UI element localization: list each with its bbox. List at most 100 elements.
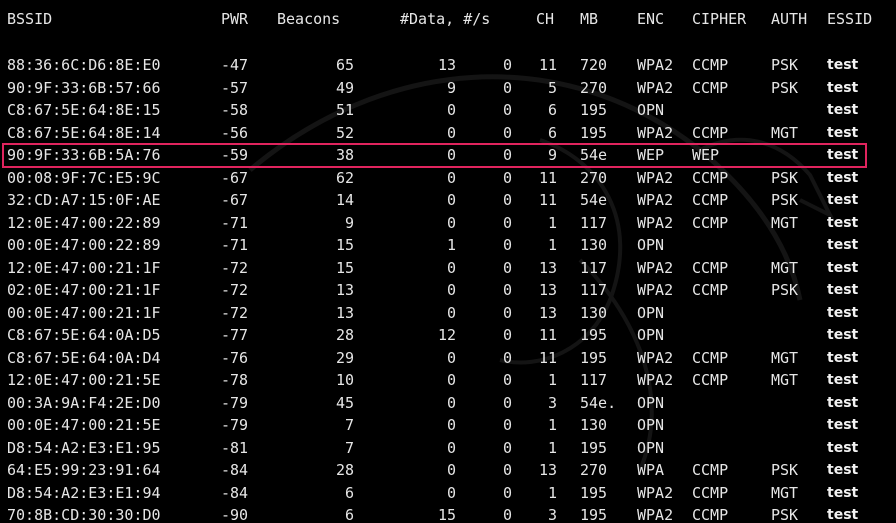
cell-essid: test (827, 304, 859, 321)
cell-data: 0 (446, 191, 456, 209)
cell-data: 0 (446, 348, 456, 367)
cell-enc: WPA2 (637, 258, 674, 277)
cell-beacons: 65 (335, 56, 354, 74)
cell-data: 0 (446, 213, 456, 232)
cell-ch: 9 (547, 146, 557, 164)
cell-mb: 270 (580, 78, 608, 97)
cell-data: 0 (446, 101, 456, 119)
cell-beacons: 6 (344, 483, 354, 502)
cell-beacons: 62 (335, 168, 354, 187)
cell-bssid: C8:67:5E:64:8E:15 (7, 101, 161, 119)
cell-ch: 1 (547, 483, 557, 502)
cell-essid: test (827, 439, 859, 456)
cell-mb: 117 (580, 371, 608, 389)
cell-auth: MGT (771, 123, 799, 142)
cell-enc: WPA2 (637, 213, 674, 232)
cell-bssid: 12:0E:47:00:22:89 (7, 213, 161, 232)
cell-enc: OPN (637, 303, 665, 322)
cell-beacons: 14 (335, 191, 354, 209)
cell-mb: 195 (580, 483, 608, 502)
cell-pwr: -47 (221, 56, 249, 74)
cell-ch: 3 (547, 506, 557, 523)
cell-essid: test (827, 507, 859, 523)
cell-pwr: -72 (221, 303, 249, 322)
cell-ch: 13 (538, 258, 557, 277)
cell-beacons: 38 (335, 146, 354, 164)
cell-pwr: -56 (221, 123, 249, 142)
cell-ch: 13 (538, 461, 557, 479)
cell-auth: MGT (771, 258, 799, 277)
cell-enc: WPA2 (637, 78, 674, 97)
cell-mb: 117 (580, 213, 608, 232)
cell-essid: test (827, 214, 859, 231)
cell-beacons: 15 (335, 258, 354, 277)
header-enc: ENC (637, 10, 665, 28)
table-row: 12:0E:47:00:22:89 -71 9 0 0 1 117 WPA2 CCMP MGT te… (0, 212, 896, 234)
cell-rate: 0 (502, 393, 512, 412)
cell-essid: test (827, 462, 859, 478)
cell-cipher: CCMP (692, 483, 729, 502)
cell-rate: 0 (502, 236, 512, 254)
cell-pwr: -59 (221, 146, 249, 164)
cell-mb: 54e (580, 191, 608, 209)
cell-enc: WPA2 (637, 483, 674, 502)
cell-bssid: 88:36:6C:D6:8E:E0 (7, 56, 161, 74)
header-cipher: CIPHER (692, 10, 747, 28)
header-essid: ESSID (827, 10, 873, 28)
cell-enc: WPA2 (637, 168, 674, 187)
cell-data: 0 (446, 146, 456, 164)
cell-essid: test (827, 417, 859, 433)
cell-mb: 117 (580, 258, 608, 277)
cell-auth: PSK (771, 78, 799, 97)
table-row: 12:0E:47:00:21:5E -78 10 0 0 1 117 WPA2 CCMP MGT t… (0, 369, 896, 391)
cell-rate: 0 (502, 326, 512, 344)
cell-pwr: -84 (221, 461, 249, 479)
cell-enc: WPA2 (637, 281, 674, 299)
cell-rate: 0 (502, 371, 512, 389)
cell-pwr: -78 (221, 371, 249, 389)
cell-auth: PSK (771, 281, 799, 299)
cell-ch: 6 (547, 123, 557, 142)
cell-mb: 195 (580, 506, 608, 523)
cell-pwr: -81 (221, 438, 249, 457)
cell-rate: 0 (502, 101, 512, 119)
cell-auth: PSK (771, 461, 799, 479)
cell-rate: 0 (502, 78, 512, 97)
cell-rate: 0 (502, 146, 512, 164)
cell-pwr: -79 (221, 393, 249, 412)
cell-essid: test (827, 169, 859, 186)
header-ch: CH (536, 10, 555, 28)
cell-beacons: 7 (344, 416, 354, 434)
cell-auth: MGT (771, 483, 799, 502)
cell-bssid: C8:67:5E:64:0A:D5 (7, 326, 161, 344)
cell-bssid: 00:3A:9A:F4:2E:D0 (7, 393, 161, 412)
cell-mb: 130 (580, 303, 608, 322)
cell-ch: 13 (538, 281, 557, 299)
cell-essid: test (827, 484, 859, 501)
cell-enc: WPA2 (637, 506, 674, 523)
cell-beacons: 13 (335, 303, 354, 322)
cell-mb: 117 (580, 281, 608, 299)
cell-essid: test (827, 102, 859, 118)
table-row: 02:0E:47:00:21:1F -72 13 0 0 13 117 WPA2 CCMP PSK… (0, 279, 896, 301)
table-row: C8:67:5E:64:0A:D4 -76 29 0 0 11 195 WPA2 CCMP MGT… (0, 347, 896, 369)
cell-rate: 0 (502, 438, 512, 457)
cell-cipher: CCMP (692, 78, 729, 97)
table-row: 00:3A:9A:F4:2E:D0 -79 45 0 0 3 54e. OPN test (0, 392, 896, 414)
table-row: 00:08:9F:7C:E5:9C -67 62 0 0 11 270 WPA2 CCMP PSK… (0, 167, 896, 189)
cell-enc: OPN (637, 416, 665, 434)
cell-auth: PSK (771, 168, 799, 187)
cell-data: 0 (446, 371, 456, 389)
cell-cipher: CCMP (692, 348, 729, 367)
table-row: 70:8B:CD:30:30:D0 -90 6 15 0 3 195 WPA2 CCMP PSK t… (0, 504, 896, 523)
cell-enc: OPN (637, 438, 665, 457)
cell-rate: 0 (502, 123, 512, 142)
cell-mb: 195 (580, 438, 608, 457)
cell-data: 0 (446, 483, 456, 502)
cell-cipher: CCMP (692, 258, 729, 277)
cell-ch: 1 (547, 213, 557, 232)
header-bssid: BSSID (7, 10, 53, 28)
cell-essid: test (827, 259, 859, 276)
cell-mb: 270 (580, 461, 608, 479)
cell-ch: 6 (547, 101, 557, 119)
